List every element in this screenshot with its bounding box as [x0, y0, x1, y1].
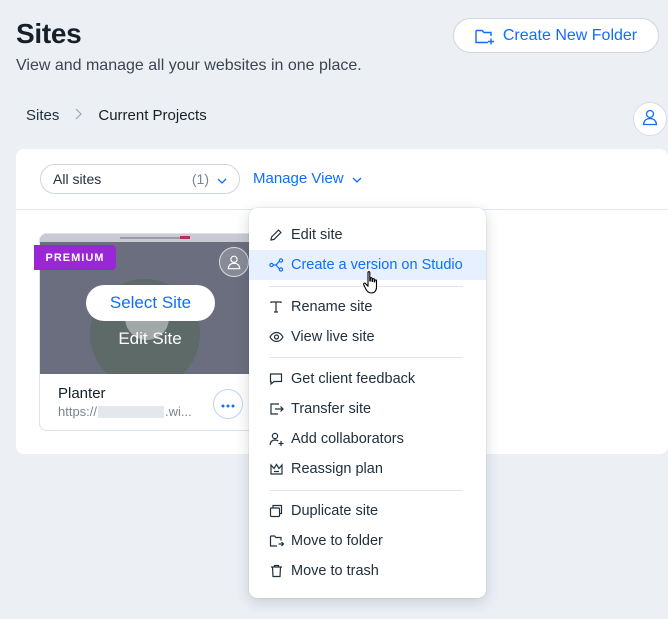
menu-item-label: Edit site — [291, 227, 343, 243]
menu-item-duplicate-site[interactable]: Duplicate site — [249, 496, 486, 526]
filter-label: All sites — [53, 171, 102, 187]
chevron-right-icon — [75, 108, 83, 123]
trash-icon — [268, 563, 284, 579]
premium-badge: PREMIUM — [34, 245, 116, 270]
site-name: Planter — [58, 385, 106, 402]
menu-item-label: Duplicate site — [291, 503, 379, 519]
menu-item-label: Transfer site — [291, 401, 372, 417]
user-icon — [641, 108, 659, 131]
chevron-down-icon — [352, 170, 362, 187]
breadcrumb-sites[interactable]: Sites — [26, 107, 59, 124]
menu-item-label: Move to folder — [291, 533, 383, 549]
manage-view-label: Manage View — [253, 170, 344, 187]
site-url-redacted — [98, 405, 165, 418]
site-url: https:// .wi... — [58, 404, 192, 419]
select-site-button[interactable]: Select Site — [86, 285, 215, 321]
ellipsis-icon — [221, 395, 235, 413]
eye-icon — [268, 329, 284, 345]
comment-icon — [268, 371, 284, 387]
create-new-folder-label: Create New Folder — [502, 26, 638, 44]
menu-item-label: View live site — [291, 329, 375, 345]
menu-divider — [269, 357, 463, 358]
breadcrumb: Sites Current Projects — [26, 107, 207, 124]
menu-item-label: Rename site — [291, 299, 373, 315]
chevron-down-icon — [217, 171, 227, 187]
add-user-icon — [268, 431, 284, 447]
create-new-folder-button[interactable]: Create New Folder — [453, 18, 659, 53]
site-actions-menu: Edit site Create a version on Studio Ren… — [249, 208, 486, 598]
folder-add-icon — [475, 27, 495, 45]
breadcrumb-current-projects: Current Projects — [98, 107, 207, 124]
menu-item-label: Reassign plan — [291, 461, 383, 477]
site-collaborators-icon[interactable] — [219, 247, 249, 277]
thumbnail-accent — [180, 236, 190, 239]
menu-item-label: Move to trash — [291, 563, 379, 579]
collaborators-button[interactable] — [633, 102, 667, 136]
text-icon — [268, 299, 284, 315]
edit-site-link[interactable]: Edit Site — [100, 329, 200, 349]
menu-item-view-live-site[interactable]: View live site — [249, 322, 486, 352]
folder-move-icon — [268, 533, 284, 549]
site-url-suffix: .wi... — [165, 404, 192, 419]
transfer-icon — [268, 401, 284, 417]
hand-cursor-icon — [362, 270, 382, 301]
page-title: Sites — [16, 18, 82, 49]
page-subtitle: View and manage all your websites in one… — [16, 57, 362, 74]
pencil-icon — [268, 227, 284, 243]
sites-filter-dropdown[interactable]: All sites (1) — [40, 164, 240, 194]
site-url-prefix: https:// — [58, 404, 98, 419]
menu-item-move-to-folder[interactable]: Move to folder — [249, 526, 486, 556]
filter-count: (1) — [191, 171, 209, 187]
menu-item-label: Get client feedback — [291, 371, 416, 387]
menu-item-edit-site[interactable]: Edit site — [249, 220, 486, 250]
branch-icon — [268, 257, 284, 273]
menu-item-reassign-plan[interactable]: Reassign plan — [249, 454, 486, 484]
manage-view-button[interactable]: Manage View — [253, 170, 362, 187]
menu-item-label: Add collaborators — [291, 431, 404, 447]
more-actions-button[interactable] — [213, 389, 243, 419]
menu-divider — [269, 490, 463, 491]
duplicate-icon — [268, 503, 284, 519]
crown-icon — [268, 461, 284, 477]
menu-item-add-collaborators[interactable]: Add collaborators — [249, 424, 486, 454]
menu-item-move-to-trash[interactable]: Move to trash — [249, 556, 486, 586]
menu-item-get-client-feedback[interactable]: Get client feedback — [249, 364, 486, 394]
menu-item-transfer-site[interactable]: Transfer site — [249, 394, 486, 424]
